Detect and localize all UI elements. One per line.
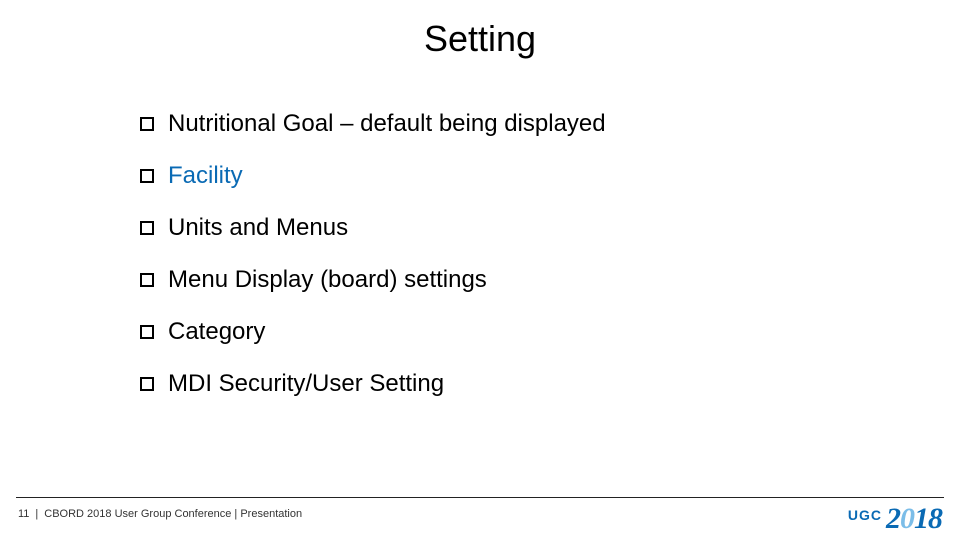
list-item: MDI Security/User Setting: [140, 370, 840, 398]
logo-year-digit: 2: [886, 502, 900, 535]
checkbox-icon: [140, 325, 154, 339]
logo-year: 2018: [886, 502, 942, 536]
list-item-label: MDI Security/User Setting: [168, 370, 444, 398]
list-item: Menu Display (board) settings: [140, 266, 840, 294]
logo-year-digit: 0: [900, 502, 914, 535]
logo-year-digit: 8: [928, 502, 942, 535]
checkbox-icon: [140, 221, 154, 235]
list-item: Nutritional Goal – default being display…: [140, 110, 840, 138]
list-item: Category: [140, 318, 840, 346]
checkbox-icon: [140, 377, 154, 391]
list-item-label: Menu Display (board) settings: [168, 266, 487, 294]
bullet-list: Nutritional Goal – default being display…: [140, 110, 840, 422]
slide: Setting Nutritional Goal – default being…: [0, 0, 960, 540]
list-item-label: Category: [168, 318, 265, 346]
logo-year-digit: 1: [914, 502, 928, 535]
checkbox-icon: [140, 273, 154, 287]
checkbox-icon: [140, 117, 154, 131]
list-item: Facility: [140, 162, 840, 190]
list-item: Units and Menus: [140, 214, 840, 242]
list-item-label[interactable]: Facility: [168, 162, 243, 190]
footer-separator: |: [35, 508, 38, 520]
slide-title: Setting: [0, 18, 960, 60]
checkbox-icon: [140, 169, 154, 183]
list-item-label: Units and Menus: [168, 214, 348, 242]
page-number: 11: [18, 508, 29, 520]
logo-prefix: UGC: [848, 507, 882, 523]
footer-divider: [16, 497, 944, 498]
conference-logo: UGC 2018: [848, 502, 942, 536]
footer-text: CBORD 2018 User Group Conference | Prese…: [44, 508, 302, 520]
list-item-label: Nutritional Goal – default being display…: [168, 110, 606, 138]
footer: 11 | CBORD 2018 User Group Conference | …: [18, 508, 302, 520]
